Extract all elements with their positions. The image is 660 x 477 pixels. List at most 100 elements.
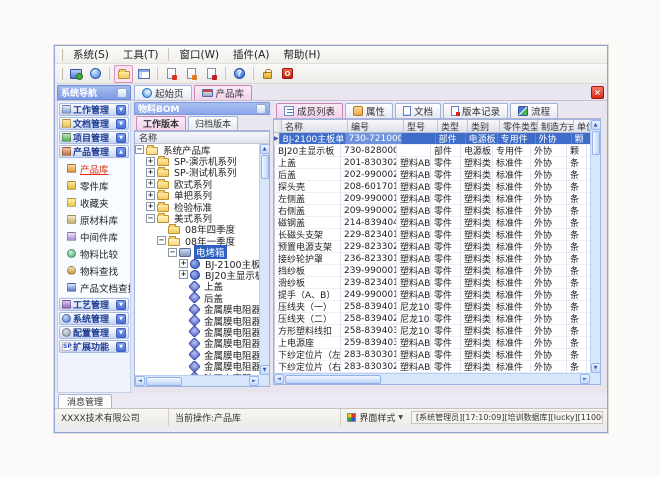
sidebar-item-产品文档查找[interactable]: 产品文档查找 (58, 279, 130, 296)
tab-归档版本[interactable]: 归档版本 (188, 116, 238, 130)
tree-node-上盖[interactable]: 上盖 (135, 281, 259, 292)
tree-vertical-scrollbar[interactable]: ▲ ▼ (259, 144, 269, 375)
column-header-零件类型[interactable]: 零件类型 (500, 120, 538, 132)
table-row[interactable]: 探头壳208-601701-01X塑料ABS零件塑料类标准件外协条 (274, 181, 590, 193)
tab-产品库[interactable]: 产品库 (194, 85, 253, 100)
table-row[interactable]: 方形塑料线扣258-839403-00X尼龙1010零件塑料类标准件外协条 (274, 325, 590, 337)
tab-版本记录[interactable]: 版本记录 (443, 103, 508, 118)
scroll-up-icon[interactable]: ▲ (260, 144, 270, 154)
monitor-button[interactable] (66, 65, 85, 83)
expand-icon[interactable]: + (146, 202, 155, 211)
collapse-icon[interactable]: − (135, 145, 144, 154)
menu-grip[interactable] (60, 49, 63, 61)
menu-item[interactable]: 插件(A) (226, 46, 276, 63)
table-row[interactable]: 上盖201-830302-00X塑料ABS零件塑料类标准件外协条 (274, 157, 590, 169)
table-row[interactable]: 挡纱板239-990001-01X塑料ABS零件塑料类标准件外协条 (274, 265, 590, 277)
table-row[interactable]: 压线夹（二）258-839402-00X尼龙1010零件塑料类标准件外协条 (274, 313, 590, 325)
expand-icon[interactable]: + (179, 259, 188, 268)
chevron-down-icon[interactable]: ▼ (116, 328, 126, 338)
sidebar-item-零件库[interactable]: 零件库 (58, 177, 130, 194)
menu-item[interactable]: 帮助(H) (276, 46, 327, 63)
globe-button[interactable] (86, 65, 105, 83)
scroll-thumb[interactable] (285, 375, 381, 384)
sidebar-item-物料比较[interactable]: 物料比较 (58, 245, 130, 262)
tree-horizontal-scrollbar[interactable]: ◄ ► (135, 375, 259, 386)
expand-icon[interactable]: + (146, 157, 155, 166)
toolbar-grip[interactable] (60, 68, 63, 80)
table-row[interactable]: 滑纱板239-823401-00X塑料ABS零件塑料类标准件外协条 (274, 277, 590, 289)
close-icon[interactable]: × (591, 86, 604, 99)
table-row[interactable]: 提手（A、B）249-990001-01X塑料ABS零件塑料类标准件外协条 (274, 289, 590, 301)
ui-style-button[interactable]: 界面样式 ▼ (340, 409, 409, 426)
scroll-left-icon[interactable]: ◄ (274, 374, 284, 384)
sidebar-group-系统管理[interactable]: 系统管理▼ (59, 312, 129, 325)
column-header-编号[interactable]: 编号 (348, 120, 404, 132)
chevron-down-icon[interactable]: ▼ (116, 300, 126, 310)
help-button[interactable] (230, 65, 249, 83)
scroll-thumb[interactable] (592, 131, 600, 155)
tab-成员列表[interactable]: 成员列表 (276, 103, 343, 118)
sidebar-group-工作管理[interactable]: 工作管理▼ (59, 103, 129, 116)
table-row[interactable]: BJ20主显示板730-828000-04X部件电源板专用件外协颗 (274, 145, 590, 157)
column-header-制造方式[interactable]: 制造方式 (538, 120, 574, 132)
table-row[interactable]: 压线夹（一）258-839401-00X尼龙1010零件塑料类标准件外协条 (274, 301, 590, 313)
sidebar-group-工艺管理[interactable]: 工艺管理▼ (59, 298, 129, 311)
table-row[interactable]: 右侧盖209-990002-01X塑料ABS零件塑料类标准件外协条 (274, 205, 590, 217)
table-row[interactable]: 下纱定位片（右）283-830302-00X塑料ABS零件塑料类标准件外协条 (274, 361, 590, 373)
doc-check-button[interactable] (182, 65, 201, 83)
sidebar-group-文档管理[interactable]: 文档管理▼ (59, 117, 129, 130)
collapse-icon[interactable]: − (157, 236, 166, 245)
tab-属性[interactable]: 属性 (345, 103, 393, 118)
column-header-型号[interactable]: 型号 (404, 120, 438, 132)
sidebar-item-物料查找[interactable]: 物料查找 (58, 262, 130, 279)
sidebar-item-原材料库[interactable]: 原材料库 (58, 211, 130, 228)
expand-icon[interactable]: + (146, 168, 155, 177)
table-row[interactable]: 接纱轮护罩236-823301-00X塑料ABS零件塑料类标准件外协条 (274, 253, 590, 265)
collapse-icon[interactable]: − (146, 214, 155, 223)
tab-文档[interactable]: 文档 (395, 103, 441, 118)
table-row[interactable]: ▶BJ-2100主板单点730-721000-12X部件电源板专用件外协颗 (274, 133, 590, 145)
column-header-名称[interactable]: 名称 (282, 120, 348, 132)
table-row[interactable]: 磁钢盖214-839404-01X塑料ABS零件塑料类标准件外协条 (274, 217, 590, 229)
lock-button[interactable] (258, 65, 277, 83)
bom-panel-options-icon[interactable] (256, 104, 266, 114)
scroll-right-icon[interactable]: ► (580, 374, 590, 384)
table-row[interactable]: 后盖202-990002-01X塑料ABS零件塑料类标准件外协条 (274, 169, 590, 181)
table-row[interactable]: 下纱定位片（左）283-830301-00X塑料ABS零件塑料类标准件外协条 (274, 349, 590, 361)
column-header-类型[interactable]: 类型 (438, 120, 468, 132)
message-manager-tab[interactable]: 消息管理 (58, 394, 112, 408)
table-row[interactable]: 左侧盖209-990001-01X塑料ABS零件塑料类标准件外协条 (274, 193, 590, 205)
menu-item[interactable]: 窗口(W) (172, 46, 226, 63)
scroll-right-icon[interactable]: ► (249, 376, 259, 386)
sidebar-options-icon[interactable] (117, 88, 127, 98)
sidebar-group-项目管理[interactable]: 项目管理▼ (59, 131, 129, 144)
table-horizontal-scrollbar[interactable]: ◄ ► (274, 373, 590, 384)
menu-item[interactable]: 工具(T) (116, 46, 166, 63)
sidebar-item-收藏夹[interactable]: 收藏夹 (58, 194, 130, 211)
chevron-up-icon[interactable]: ▲ (116, 147, 126, 157)
sidebar-group-扩展功能[interactable]: SP扩展功能▼ (59, 340, 129, 353)
expand-icon[interactable]: + (179, 270, 188, 279)
collapse-icon[interactable]: − (168, 248, 177, 257)
scroll-thumb[interactable] (261, 155, 269, 179)
table-vertical-scrollbar[interactable]: ▲ ▼ (590, 120, 600, 373)
sidebar-item-中间件库[interactable]: 中间件库 (58, 228, 130, 245)
folder-button[interactable] (114, 65, 133, 83)
scroll-down-icon[interactable]: ▼ (591, 363, 601, 373)
table-row[interactable]: 上电源座259-839403-00X塑料ABS零件塑料类标准件外协条 (274, 337, 590, 349)
table-row[interactable]: 预置电源支架229-823302-00X塑料ABS零件塑料类标准件外协条 (274, 241, 590, 253)
chevron-down-icon[interactable]: ▼ (116, 119, 126, 129)
sidebar-item-产品库[interactable]: 产品库 (58, 160, 130, 177)
tab-流程[interactable]: 流程 (510, 103, 558, 118)
sidebar-group-产品管理[interactable]: 产品管理▲ (59, 145, 129, 158)
tab-工作版本[interactable]: 工作版本 (136, 116, 186, 130)
sidebar-group-配置管理[interactable]: 配置管理▼ (59, 326, 129, 339)
tree-node-BJ20主显示板[interactable]: +BJ20主显示板 (135, 269, 259, 280)
scroll-left-icon[interactable]: ◄ (135, 376, 145, 386)
menu-item[interactable]: 系统(S) (66, 46, 116, 63)
scroll-thumb[interactable] (146, 377, 182, 386)
expand-icon[interactable]: + (146, 179, 155, 188)
table-row[interactable]: 长磁头支架229-823401-00X塑料ABS零件塑料类标准件外协条 (274, 229, 590, 241)
scroll-up-icon[interactable]: ▲ (591, 120, 601, 130)
expand-icon[interactable]: + (146, 191, 155, 200)
